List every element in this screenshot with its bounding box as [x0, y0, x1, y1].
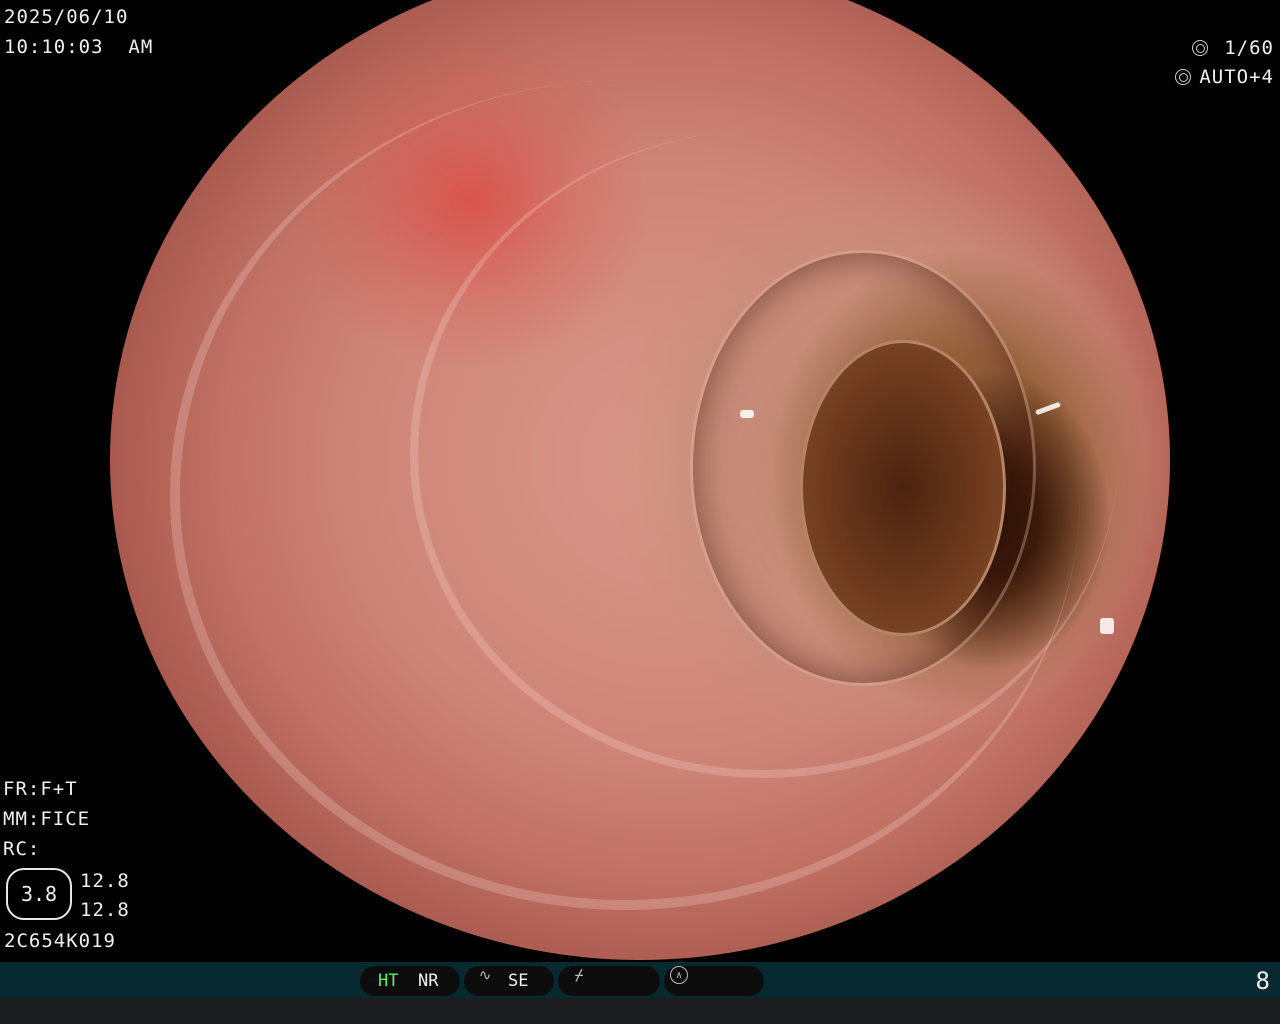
- dial-icon: ∧: [670, 966, 688, 984]
- dial-indicator[interactable]: ∧: [664, 966, 764, 996]
- iris-icon: [1175, 69, 1192, 85]
- shutter-icon: [1192, 40, 1209, 56]
- slash-indicator[interactable]: ⌿: [558, 966, 660, 996]
- shutter-readout: 1/60: [1192, 33, 1274, 63]
- readout-value-b: 12.8: [80, 899, 130, 921]
- page-number: 8: [1255, 967, 1270, 995]
- light-reflection: [740, 410, 754, 418]
- ht-label: HT: [378, 971, 399, 991]
- iris-readout: AUTO+4: [1175, 62, 1274, 92]
- se-indicator[interactable]: ∿ SE: [464, 966, 554, 996]
- shutter-value: 1/60: [1224, 37, 1274, 59]
- fr-setting: FR:F+T: [3, 778, 78, 800]
- se-label: SE: [508, 971, 529, 991]
- wave-icon: ∿: [478, 966, 492, 984]
- exam-date: 2025/06/10: [4, 6, 129, 28]
- scope-id: 2C654K019: [4, 930, 116, 952]
- rc-setting: RC:: [3, 838, 41, 860]
- endoscope-screen: 2025/06/10 10:10:03 AM 1/60 AUTO+4 FR:F+…: [0, 0, 1280, 1024]
- exam-time: 10:10:03 AM: [4, 36, 154, 58]
- lumen-center: [800, 340, 1006, 636]
- endoscopic-image: [110, 0, 1170, 960]
- light-reflection: [1100, 618, 1114, 634]
- ht-nr-indicator[interactable]: HT NR: [360, 966, 460, 996]
- iris-value: AUTO+4: [1199, 66, 1274, 88]
- status-bar-lower: [0, 998, 1280, 1024]
- mm-setting: MM:FICE: [3, 808, 91, 830]
- readout-value-a: 12.8: [80, 870, 130, 892]
- gauge-badge: 3.8: [6, 868, 72, 920]
- nr-label: NR: [418, 971, 439, 991]
- slash-icon: ⌿: [574, 966, 584, 984]
